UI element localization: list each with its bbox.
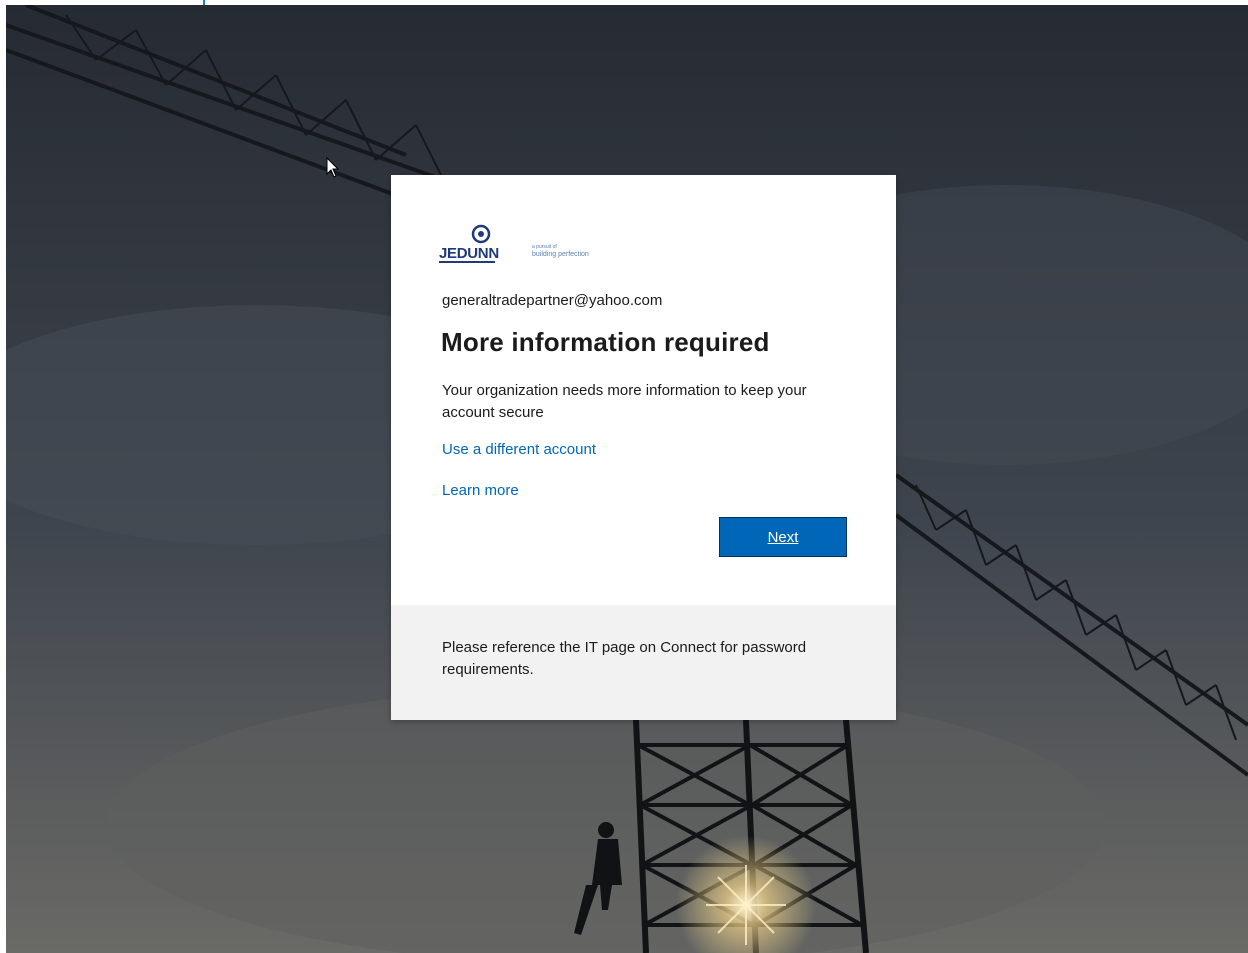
svg-text:building perfection: building perfection xyxy=(532,251,589,258)
sign-in-dialog: JEDUNN a pursuit of building perfection … xyxy=(391,175,896,720)
dialog-body: JEDUNN a pursuit of building perfection … xyxy=(391,175,896,605)
svg-text:a pursuit of: a pursuit of xyxy=(532,244,557,250)
jedunn-logo-icon: JEDUNN a pursuit of building perfection xyxy=(439,224,589,263)
mouse-pointer-icon xyxy=(326,157,340,178)
footer-notice: Please reference the IT page on Connect … xyxy=(442,639,807,678)
dialog-footer: Please reference the IT page on Connect … xyxy=(391,605,896,720)
dialog-description: Your organization needs more information… xyxy=(442,382,807,421)
use-different-account-link[interactable]: Use a different account xyxy=(442,441,596,458)
account-email: generaltradepartner@yahoo.com xyxy=(442,292,663,309)
svg-text:JEDUNN: JEDUNN xyxy=(439,245,499,262)
next-button[interactable]: Next xyxy=(719,517,847,557)
dialog-title: More information required xyxy=(441,327,770,357)
learn-more-link[interactable]: Learn more xyxy=(442,482,519,499)
company-logo: JEDUNN a pursuit of building perfection xyxy=(439,223,619,267)
